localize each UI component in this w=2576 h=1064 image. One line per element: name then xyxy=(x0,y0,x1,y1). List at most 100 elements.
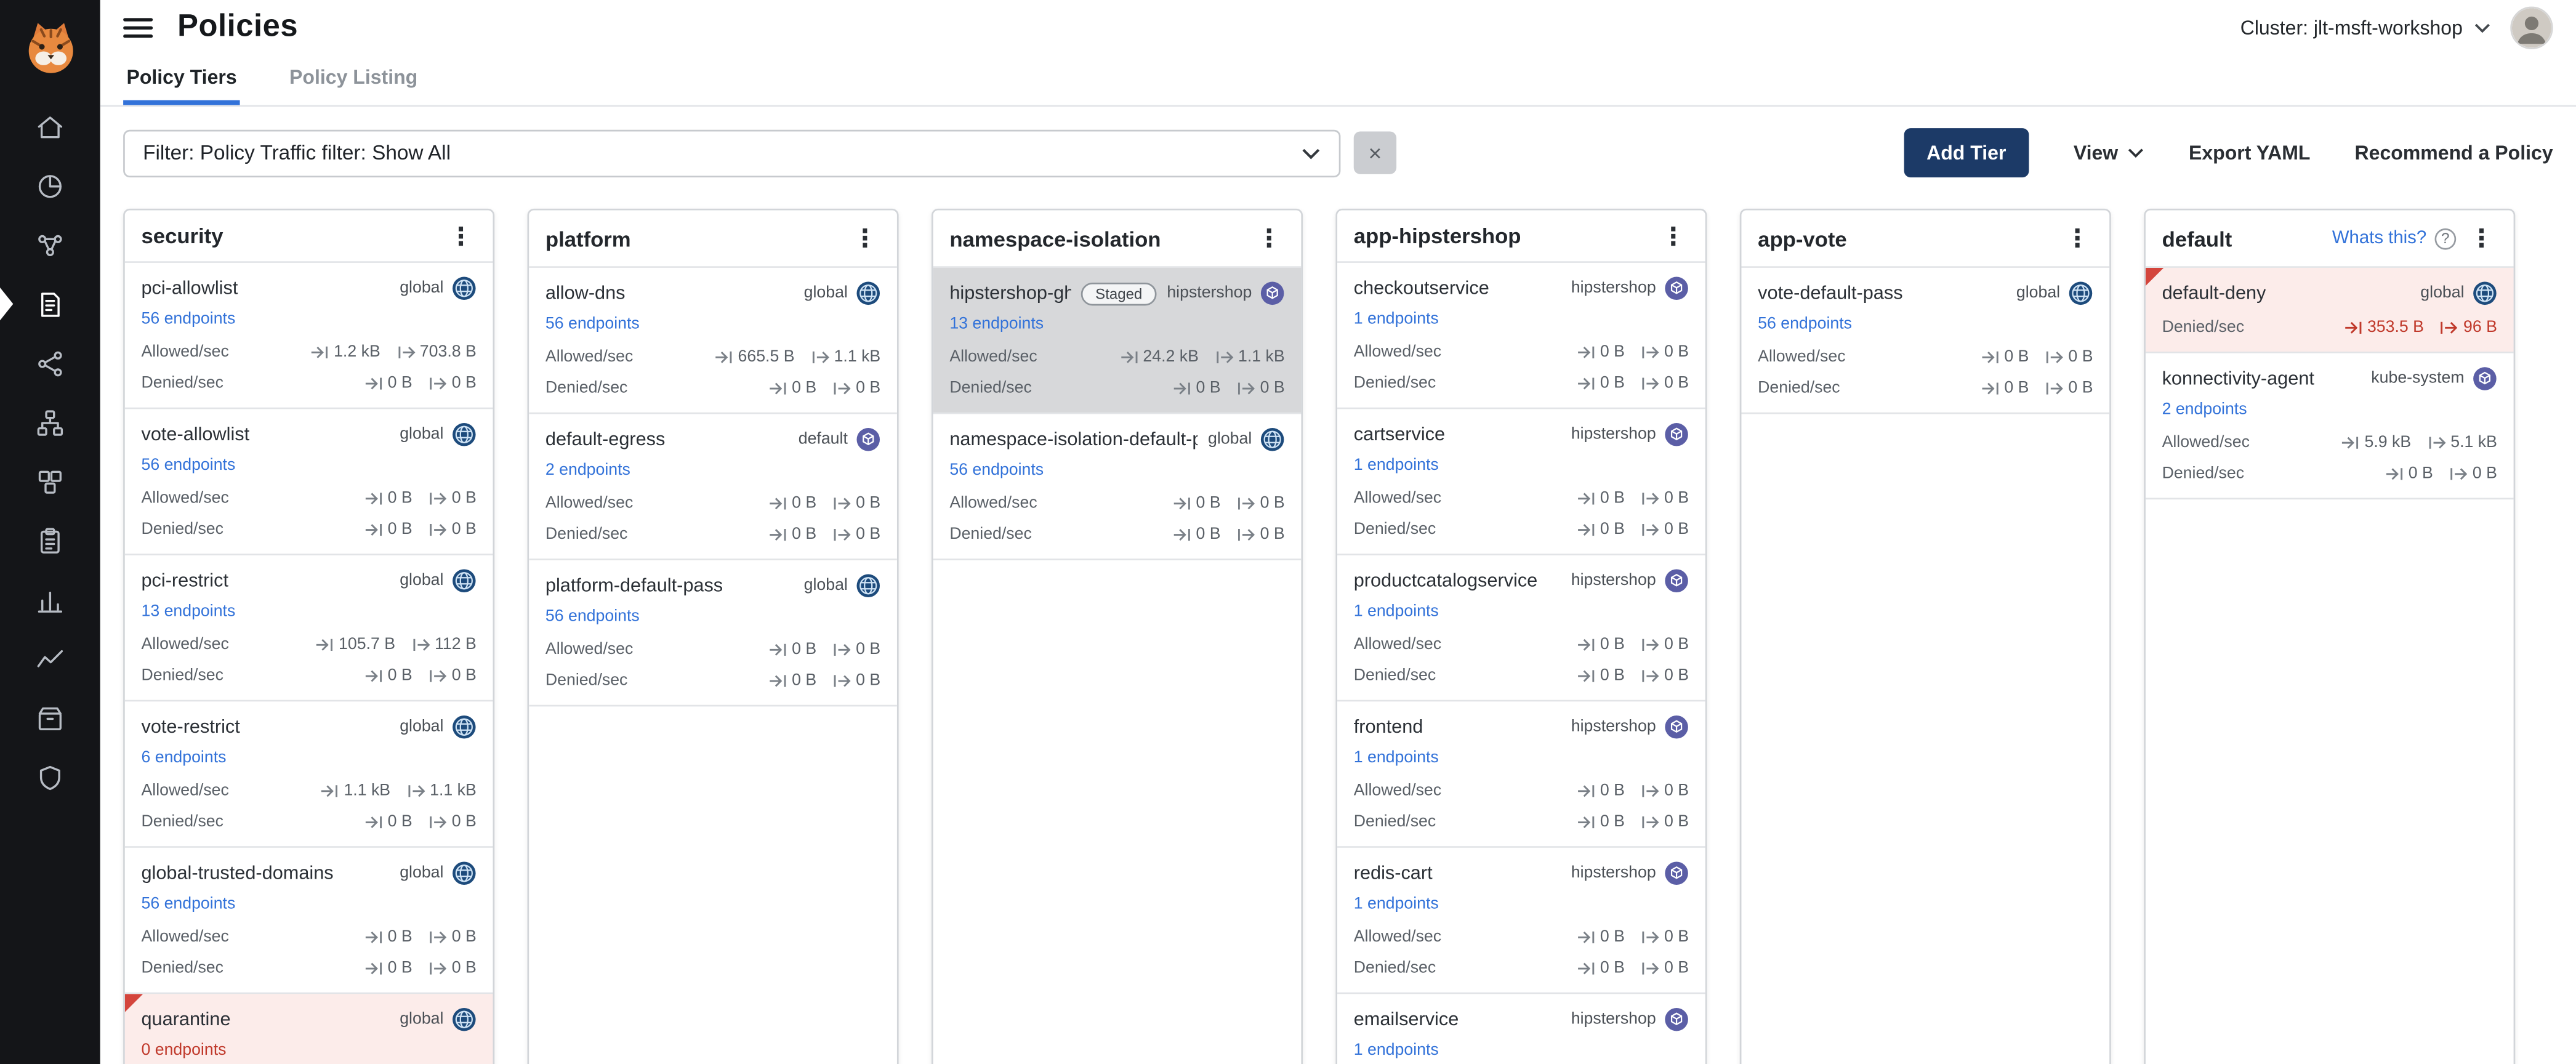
policy-card[interactable]: emailservice hipstershop 1 endpoints All… xyxy=(1337,994,1705,1064)
policy-endpoints-link[interactable]: 1 endpoints xyxy=(1354,455,1439,477)
policy-endpoints-link[interactable]: 1 endpoints xyxy=(1354,748,1439,769)
policy-endpoints-link[interactable]: 56 endpoints xyxy=(949,460,1044,482)
policy-card[interactable]: platform-default-pass global 56 endpoint… xyxy=(529,560,897,706)
policy-card[interactable]: namespace-isolation-default-p... global … xyxy=(933,414,1302,560)
policy-card[interactable]: vote-allowlist global 56 endpoints Allow… xyxy=(125,409,493,555)
sidebar-item-storage[interactable] xyxy=(0,688,100,748)
egress-value: 0 B xyxy=(452,666,477,684)
tier-menu-button[interactable]: ⋮ xyxy=(2062,224,2093,253)
policy-name[interactable]: konnectivity-agent xyxy=(2162,369,2314,389)
policy-card[interactable]: cartservice hipstershop 1 endpoints Allo… xyxy=(1337,409,1705,555)
sidebar-item-policies[interactable] xyxy=(0,275,100,334)
policy-endpoints-link[interactable]: 6 endpoints xyxy=(141,748,226,769)
policy-name[interactable]: frontend xyxy=(1354,717,1423,737)
policy-name[interactable]: pci-restrict xyxy=(141,571,228,590)
policy-card[interactable]: konnectivity-agent kube-system 2 endpoin… xyxy=(2146,353,2514,499)
policy-endpoints-link[interactable]: 0 endpoints xyxy=(141,1040,226,1062)
sidebar-item-activity[interactable] xyxy=(0,629,100,688)
sidebar-item-compliance[interactable] xyxy=(0,748,100,807)
tier-menu-button[interactable]: ⋮ xyxy=(850,224,881,253)
policy-endpoints-link[interactable]: 1 endpoints xyxy=(1354,602,1439,623)
policy-name[interactable]: hipstershop-gh... xyxy=(949,283,1071,303)
policy-card[interactable]: default-deny global Denied/sec 353.5 B xyxy=(2146,268,2514,353)
policy-card[interactable]: global-trusted-domains global 56 endpoin… xyxy=(125,848,493,994)
policy-card[interactable]: productcatalogservice hipstershop 1 endp… xyxy=(1337,555,1705,701)
view-button[interactable]: View xyxy=(2074,141,2144,164)
clear-filter-button[interactable]: × xyxy=(1354,131,1396,174)
policy-endpoints-link[interactable]: 13 endpoints xyxy=(949,314,1044,336)
policy-endpoints-link[interactable]: 13 endpoints xyxy=(141,602,235,623)
ingress-metric: 0 B xyxy=(1173,525,1220,543)
user-avatar[interactable] xyxy=(2510,7,2553,49)
egress-arrow-icon xyxy=(429,491,446,506)
sidebar-item-network-sets[interactable] xyxy=(0,452,100,511)
policy-name[interactable]: redis-cart xyxy=(1354,863,1433,883)
policy-card[interactable]: allow-dns global 56 endpoints Allowed/se… xyxy=(529,268,897,414)
policy-name[interactable]: allow-dns xyxy=(545,283,626,303)
policy-endpoints-link[interactable]: 1 endpoints xyxy=(1354,894,1439,916)
recommend-policy-button[interactable]: Recommend a Policy xyxy=(2355,141,2553,164)
policy-endpoints-link[interactable]: 2 endpoints xyxy=(2162,399,2247,421)
help-icon[interactable]: ? xyxy=(2435,228,2457,249)
sidebar-item-logs[interactable] xyxy=(0,511,100,570)
policy-card[interactable]: vote-restrict global 6 endpoints Allowed… xyxy=(125,701,493,847)
policy-name[interactable]: vote-restrict xyxy=(141,717,239,737)
policy-card[interactable]: checkoutservice hipstershop 1 endpoints … xyxy=(1337,263,1705,409)
policy-endpoints-link[interactable]: 56 endpoints xyxy=(141,455,235,477)
policy-card[interactable]: hipstershop-gh... Staged hipstershop 13 … xyxy=(933,268,1302,414)
policy-endpoints-link[interactable]: 2 endpoints xyxy=(545,460,630,482)
add-tier-button[interactable]: Add Tier xyxy=(1904,128,2029,177)
tab-policy-tiers[interactable]: Policy Tiers xyxy=(123,56,240,105)
policy-card[interactable]: quarantine global 0 endpoints xyxy=(125,994,493,1064)
sidebar-item-endpoints[interactable] xyxy=(0,393,100,452)
policy-name[interactable]: vote-default-pass xyxy=(1758,283,1902,303)
policy-card[interactable]: frontend hipstershop 1 endpoints Allowed… xyxy=(1337,701,1705,847)
export-yaml-button[interactable]: Export YAML xyxy=(2189,141,2311,164)
tier-menu-button[interactable]: ⋮ xyxy=(1657,221,1689,251)
policy-name[interactable]: platform-default-pass xyxy=(545,576,723,595)
policy-name[interactable]: productcatalogservice xyxy=(1354,571,1538,590)
policy-name[interactable]: emailservice xyxy=(1354,1010,1459,1030)
policy-endpoints-link[interactable]: 56 endpoints xyxy=(1758,314,1852,336)
policy-card[interactable]: vote-default-pass global 56 endpoints Al… xyxy=(1741,268,2109,414)
policy-name[interactable]: checkoutservice xyxy=(1354,278,1489,298)
cluster-selector[interactable]: Cluster: jlt-msft-workshop xyxy=(2240,17,2491,39)
sidebar-item-reports[interactable] xyxy=(0,570,100,629)
policy-name[interactable]: namespace-isolation-default-p... xyxy=(949,430,1198,449)
policy-endpoints-link[interactable]: 1 endpoints xyxy=(1354,1040,1439,1062)
policy-name[interactable]: vote-allowlist xyxy=(141,425,249,445)
tier-menu-button[interactable]: ⋮ xyxy=(1254,224,1285,253)
policy-endpoints-link[interactable]: 56 endpoints xyxy=(545,607,640,628)
ingress-arrow-icon xyxy=(364,929,382,944)
egress-value: 0 B xyxy=(2068,379,2093,397)
whats-this-link[interactable]: Whats this? xyxy=(2332,228,2426,248)
sidebar-item-home[interactable] xyxy=(0,97,100,156)
policy-endpoints-link[interactable]: 56 endpoints xyxy=(141,309,235,331)
tab-policy-listing[interactable]: Policy Listing xyxy=(286,56,421,105)
menu-icon[interactable] xyxy=(123,17,153,39)
policy-name[interactable]: quarantine xyxy=(141,1010,230,1030)
egress-value: 0 B xyxy=(1664,489,1689,507)
sidebar-item-service-graph[interactable] xyxy=(0,216,100,275)
policy-card[interactable]: redis-cart hipstershop 1 endpoints Allow… xyxy=(1337,848,1705,994)
egress-metric: 0 B xyxy=(1641,666,1689,684)
policy-name[interactable]: cartservice xyxy=(1354,425,1445,445)
policy-name[interactable]: global-trusted-domains xyxy=(141,863,333,883)
traffic-filter-select[interactable]: Filter: Policy Traffic filter: Show All xyxy=(123,129,1340,176)
tiger-logo[interactable] xyxy=(17,15,83,81)
policy-name[interactable]: default-egress xyxy=(545,430,665,449)
policy-card[interactable]: default-egress default 2 endpoints Allow… xyxy=(529,414,897,560)
policy-name[interactable]: default-deny xyxy=(2162,283,2266,303)
tier-menu-button[interactable]: ⋮ xyxy=(445,221,477,251)
sidebar-item-nodes[interactable] xyxy=(0,334,100,393)
tier-menu-button[interactable]: ⋮ xyxy=(2466,224,2497,253)
policy-name[interactable]: pci-allowlist xyxy=(141,278,238,298)
policy-endpoints-link[interactable]: 1 endpoints xyxy=(1354,309,1439,331)
policy-card[interactable]: pci-allowlist global 56 endpoints Allowe… xyxy=(125,263,493,409)
policy-card[interactable]: pci-restrict global 13 endpoints Allowed… xyxy=(125,555,493,701)
egress-arrow-icon xyxy=(1641,783,1659,797)
policy-endpoints-link[interactable]: 56 endpoints xyxy=(545,314,640,336)
ingress-arrow-icon xyxy=(1173,381,1191,395)
sidebar-item-dashboard[interactable] xyxy=(0,156,100,215)
policy-endpoints-link[interactable]: 56 endpoints xyxy=(141,894,235,916)
